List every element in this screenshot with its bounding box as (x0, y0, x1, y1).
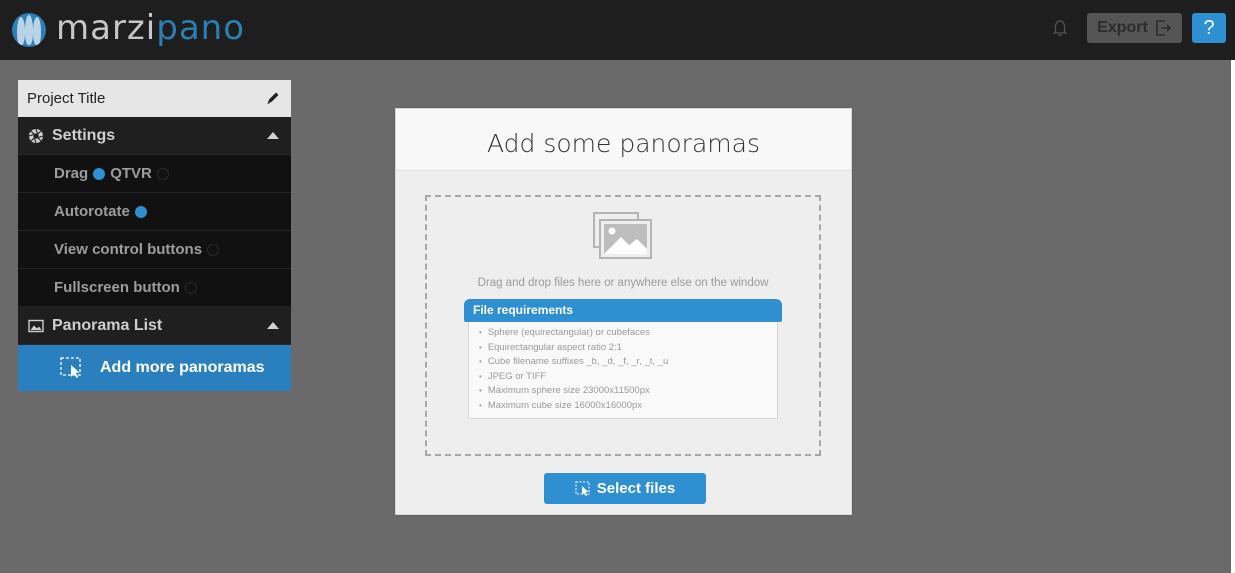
add-panoramas-dialog: Add some panoramas Drag and drop files h… (395, 108, 852, 515)
export-button[interactable]: Export (1087, 13, 1182, 43)
dialog-title: Add some panoramas (396, 109, 851, 171)
help-icon: ? (1203, 16, 1215, 39)
file-requirements-panel: File requirements Sphere (equirectangula… (464, 299, 782, 419)
settings-label: Settings (52, 126, 116, 144)
help-button[interactable]: ? (1192, 13, 1226, 43)
project-title: Project Title (27, 90, 106, 107)
view-control-buttons-label: View control buttons (54, 241, 203, 258)
add-more-panoramas-button[interactable]: Add more panoramas (18, 345, 291, 391)
collapse-caret-icon[interactable] (267, 322, 279, 329)
collapse-caret-icon[interactable] (267, 132, 279, 139)
setting-drag-qtvr: Drag QTVR (18, 155, 291, 193)
add-more-label: Add more panoramas (100, 359, 265, 376)
file-requirements-list: Sphere (equirectangular) or cubefaces Eq… (468, 322, 778, 419)
qtvr-label: QTVR (110, 165, 152, 182)
logo-text-part1: marzi (56, 8, 157, 48)
select-files-label: Select files (596, 480, 676, 497)
select-file-icon (575, 480, 590, 496)
drag-radio[interactable] (93, 167, 106, 180)
logo-text-part2: pano (156, 8, 246, 48)
requirement-item: Equirectangular aspect ratio 2:1 (479, 342, 777, 357)
requirement-item: Maximum sphere size 23000x11500px (479, 385, 777, 400)
panorama-list-section-header[interactable]: Panorama List (18, 307, 291, 345)
picture-icon (593, 212, 652, 259)
workspace: Project Title Settings Drag QTVR Autorot… (0, 60, 1235, 573)
autorotate-toggle[interactable] (134, 205, 147, 218)
export-icon (1156, 20, 1171, 36)
project-title-row[interactable]: Project Title (18, 80, 291, 117)
requirement-item: Cube filename suffixes _b, _d, _f, _r, _… (479, 356, 777, 371)
app-logo: marzipano (56, 6, 245, 50)
autorotate-label: Autorotate (54, 203, 130, 220)
requirement-item: Maximum cube size 16000x16000px (479, 400, 777, 415)
setting-view-control-buttons[interactable]: View control buttons (18, 231, 291, 269)
settings-section-header[interactable]: Settings (18, 117, 291, 155)
setting-autorotate[interactable]: Autorotate (18, 193, 291, 231)
pencil-icon[interactable] (265, 90, 281, 106)
view-control-buttons-toggle[interactable] (207, 243, 220, 256)
logo-icon (12, 13, 46, 47)
bell-icon (1052, 20, 1067, 37)
image-icon (28, 319, 44, 332)
select-files-button[interactable]: Select files (544, 473, 706, 504)
requirement-item: Sphere (equirectangular) or cubefaces (479, 327, 777, 342)
aperture-icon (28, 128, 44, 143)
fullscreen-button-toggle[interactable] (184, 281, 197, 294)
sidebar: Project Title Settings Drag QTVR Autorot… (18, 80, 291, 391)
setting-fullscreen-button[interactable]: Fullscreen button (18, 269, 291, 307)
add-file-icon (60, 357, 81, 378)
notifications-button[interactable] (1043, 13, 1076, 43)
fullscreen-button-label: Fullscreen button (54, 279, 180, 296)
panorama-list-label: Panorama List (52, 316, 163, 334)
requirement-item: JPEG or TIFF (479, 371, 777, 386)
top-bar: marzipano Export ? (0, 0, 1235, 60)
qtvr-radio[interactable] (156, 167, 169, 180)
export-label: Export (1097, 19, 1148, 36)
right-edge (1231, 60, 1235, 573)
drop-instructions: Drag and drop files here or anywhere els… (477, 277, 769, 289)
drag-label: Drag (54, 165, 89, 182)
drop-zone[interactable]: Drag and drop files here or anywhere els… (425, 195, 821, 456)
file-requirements-title: File requirements (464, 299, 782, 322)
